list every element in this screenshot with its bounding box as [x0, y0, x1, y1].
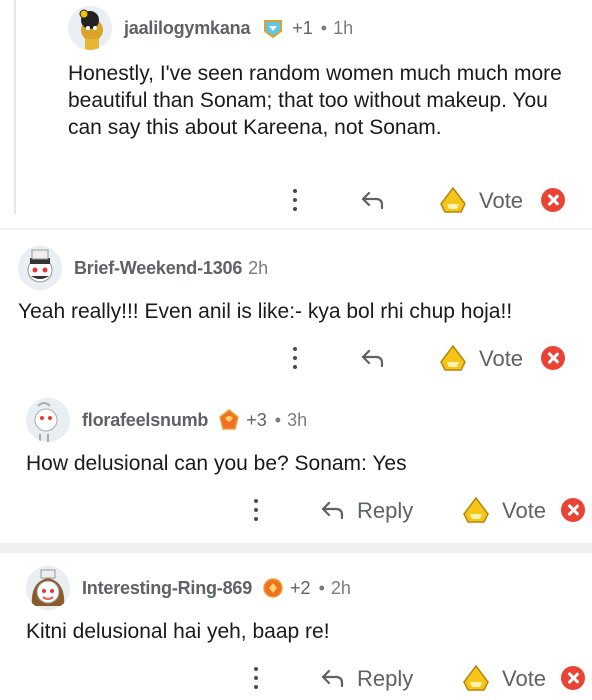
vote-label[interactable]: Vote: [479, 346, 523, 372]
reply-arrow-icon[interactable]: [360, 189, 386, 211]
timestamp: 2h: [248, 257, 269, 278]
comment-actions: Vote: [0, 182, 592, 218]
meta-separator: •: [320, 17, 328, 38]
more-vertical-icon[interactable]: [252, 497, 260, 523]
more-vertical-icon[interactable]: [291, 345, 299, 371]
reply-arrow-icon[interactable]: [360, 347, 386, 369]
timestamp: 3h: [287, 409, 308, 430]
reply-arrow-icon[interactable]: [320, 499, 346, 521]
award-count: +3: [246, 409, 267, 430]
comment-body: Yeah really!!! Even anil is like:- kya b…: [18, 300, 513, 323]
reply-arrow-icon[interactable]: [320, 667, 346, 689]
vote-label[interactable]: Vote: [479, 188, 523, 214]
avatar[interactable]: [26, 566, 70, 610]
divider: [0, 543, 592, 553]
comment-body: Honestly, I've seen random women much mu…: [68, 62, 562, 139]
comment-actions: Vote: [0, 340, 592, 376]
username[interactable]: florafeelsnumb: [82, 410, 208, 431]
comment-body: How delusional can you be? Sonam: Yes: [26, 452, 407, 475]
vote-label[interactable]: Vote: [502, 498, 546, 524]
avatar[interactable]: [26, 398, 70, 442]
divider: [0, 228, 592, 230]
comment-actions: Reply Vote: [0, 660, 592, 696]
reply-label[interactable]: Reply: [357, 666, 413, 692]
close-icon[interactable]: [561, 666, 585, 690]
more-vertical-icon[interactable]: [252, 665, 260, 691]
avatar[interactable]: [18, 246, 62, 290]
timestamp: 2h: [330, 577, 351, 598]
vote-award-icon[interactable]: [461, 496, 491, 524]
vote-award-icon[interactable]: [438, 344, 468, 372]
award-count: +2: [290, 577, 311, 598]
close-icon[interactable]: [561, 498, 585, 522]
username[interactable]: jaalilogymkana: [124, 18, 250, 39]
close-icon[interactable]: [541, 188, 565, 212]
more-vertical-icon[interactable]: [291, 187, 299, 213]
timestamp: 1h: [333, 17, 354, 38]
award-icon: [264, 20, 283, 39]
username[interactable]: Brief-Weekend-1306: [74, 258, 242, 279]
username[interactable]: Interesting-Ring-869: [82, 578, 252, 599]
meta-separator: •: [318, 577, 325, 598]
award-count: +1: [292, 17, 313, 38]
meta-separator: •: [274, 409, 282, 430]
comment-actions: Reply Vote: [0, 492, 592, 528]
vote-label[interactable]: Vote: [502, 666, 546, 692]
comment-body: Kitni delusional hai yeh, baap re!: [26, 620, 330, 643]
close-icon[interactable]: [541, 346, 565, 370]
award-icon: [219, 409, 240, 430]
vote-award-icon[interactable]: [461, 664, 491, 692]
reply-label[interactable]: Reply: [357, 498, 413, 524]
vote-award-icon[interactable]: [438, 186, 468, 214]
award-icon: [263, 578, 283, 598]
avatar[interactable]: [68, 6, 112, 50]
